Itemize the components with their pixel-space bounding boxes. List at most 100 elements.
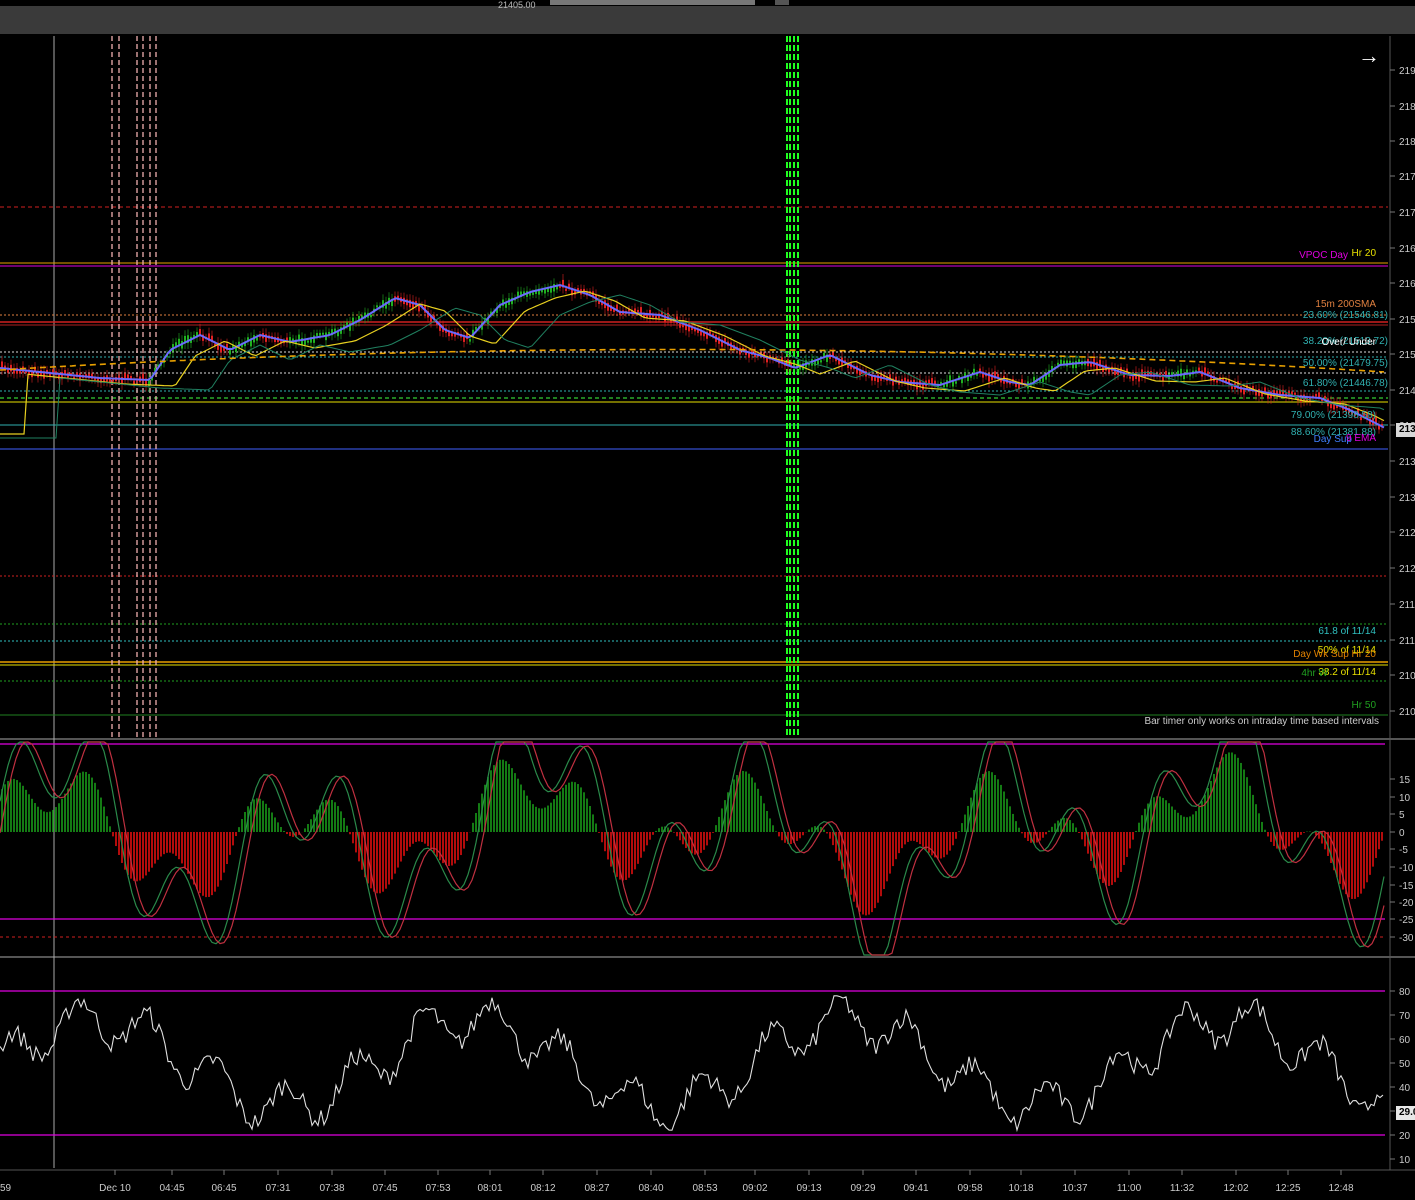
time-axis-label: 09:29 — [850, 1183, 875, 1194]
price-level-label: Hr 50 — [1352, 700, 1377, 711]
candle-body — [319, 332, 321, 336]
candle-body — [1324, 395, 1326, 399]
slow-ma-line — [0, 290, 1385, 435]
time-axis-label: 08:40 — [638, 1183, 663, 1194]
candle-body — [1231, 386, 1233, 390]
time-axis-label: 12:48 — [1328, 1183, 1353, 1194]
rsi-oscillator — [0, 990, 1385, 1136]
candle-body — [904, 377, 906, 382]
candle-body — [553, 284, 555, 292]
candle-body — [1063, 360, 1065, 364]
candle-body — [817, 360, 819, 365]
candle-body — [934, 380, 936, 385]
candle-body — [928, 379, 930, 384]
time-axis-label: 08:53 — [692, 1183, 717, 1194]
y-axis-labels: 219 218 218 217 217 216 216 215 215 214 213 213 213 2… — [1390, 66, 1415, 1166]
rsi-axis-label: 10 — [1399, 1155, 1411, 1166]
time-axis-label: 12:25 — [1275, 1183, 1300, 1194]
candle-body — [1129, 376, 1131, 379]
candle-body — [64, 370, 66, 374]
histogram-axis-label: 15 — [1399, 775, 1411, 786]
histogram-axis-label: -10 — [1399, 863, 1414, 874]
time-axis-label: 04:45 — [159, 1183, 184, 1194]
candle-body — [1108, 368, 1110, 373]
candle-body — [1216, 380, 1218, 383]
time-axis-label: 08:12 — [530, 1183, 555, 1194]
price-level-label: 23.60% (21546.81) — [1303, 310, 1388, 321]
candle-body — [1264, 387, 1266, 392]
time-axis-label: 08:27 — [584, 1183, 609, 1194]
price-level-label: Day Wk Sup Hr 20 — [1293, 649, 1376, 660]
candle-body — [307, 340, 309, 343]
price-axis-label: 212 — [1399, 528, 1415, 539]
price-axis-label: 210 — [1399, 707, 1415, 718]
candle-body — [955, 381, 957, 384]
price-series — [0, 274, 1385, 439]
histogram-axis-label: 10 — [1399, 793, 1411, 804]
rsi-axis-label: 70 — [1399, 1011, 1411, 1022]
rsi-line — [0, 995, 1384, 1133]
price-axis-label: 214 — [1399, 386, 1415, 397]
histogram-axis-label: 5 — [1399, 810, 1405, 821]
price-level-labels: Hr 20 VPOC Day 15m 200SMA23.60% (21546.81)… — [1291, 248, 1388, 711]
time-axis-label: 07:45 — [372, 1183, 397, 1194]
price-axis-label: 218 — [1399, 137, 1415, 148]
candle-body — [229, 350, 231, 355]
price-level-label: 61.80% (21446.78) — [1303, 378, 1388, 389]
candle-body — [469, 338, 471, 342]
candle-body — [637, 309, 639, 313]
rsi-axis-label: 60 — [1399, 1035, 1411, 1046]
session-markers — [111, 36, 799, 738]
price-axis-label: 213 — [1399, 493, 1415, 504]
histogram-axis-label: -20 — [1399, 898, 1414, 909]
long-ma-line — [0, 294, 1385, 439]
time-axis-label: 10:18 — [1008, 1183, 1033, 1194]
candle-body — [313, 335, 315, 343]
price-axis-label: 217 — [1399, 172, 1415, 183]
price-axis-label: 215 — [1399, 315, 1415, 326]
histogram-axis-label: -30 — [1399, 933, 1414, 944]
candle-body — [316, 333, 318, 336]
candle-body — [1294, 392, 1296, 395]
time-axis-label: 10:37 — [1062, 1183, 1087, 1194]
price-level-lines — [0, 206, 1388, 716]
candle-body — [1315, 393, 1317, 397]
time-axis-label: 09:58 — [957, 1183, 982, 1194]
candle-body — [874, 377, 876, 381]
candle-body — [1075, 360, 1077, 369]
candle-body — [1207, 371, 1209, 375]
price-level-label: 15m 200SMA — [1315, 299, 1376, 310]
candle-body — [133, 380, 135, 384]
price-level-label: VPOC Day — [1299, 250, 1348, 261]
price-axis-label: 211 — [1399, 600, 1415, 611]
price-axis-label: 219 — [1399, 66, 1415, 77]
chart-canvas[interactable]: 219 218 218 217 217 216 216 215 215 214 213 213 213 2… — [0, 0, 1415, 1200]
candle-body — [532, 292, 534, 295]
time-axis-label: 07:31 — [265, 1183, 290, 1194]
time-axis-label: 07:38 — [319, 1183, 344, 1194]
candle-body — [370, 314, 372, 318]
time-axis-label: 09:13 — [796, 1183, 821, 1194]
price-axis-label: 211 — [1399, 636, 1415, 647]
time-axis-label: 06:45 — [211, 1183, 236, 1194]
price-level-label: 79.00% (21398.58) — [1291, 410, 1376, 421]
time-axis-label: 09:02 — [742, 1183, 767, 1194]
price-level-label: Over/ Under — [1322, 337, 1377, 348]
time-axis-label: 12:02 — [1223, 1183, 1248, 1194]
candle-body — [1171, 372, 1173, 375]
price-axis-label: 216 — [1399, 244, 1415, 255]
price-level-label: 50.00% (21479.75) — [1303, 358, 1388, 369]
price-axis-label: 218 — [1399, 102, 1415, 113]
histogram-axis-label: -15 — [1399, 881, 1414, 892]
candle-body — [1198, 367, 1200, 371]
time-axis-label: 07:53 — [425, 1183, 450, 1194]
candle-body — [877, 374, 879, 383]
candle-body — [652, 315, 654, 318]
scroll-right-arrow-icon[interactable]: → — [1356, 44, 1382, 68]
price-axis-label: 210 — [1399, 671, 1415, 682]
candle-body — [568, 283, 570, 288]
vwap-line — [0, 348, 1385, 373]
histogram-axis-label: -5 — [1399, 845, 1408, 856]
candle-body — [820, 360, 822, 363]
time-axis-label: 09:41 — [903, 1183, 928, 1194]
